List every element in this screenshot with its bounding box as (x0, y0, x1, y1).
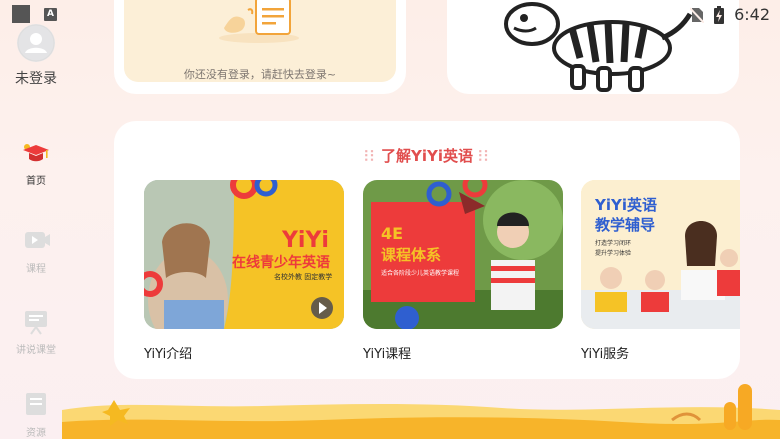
sidebar: 未登录 首页 课程 讲说课堂 资源 (0, 0, 72, 439)
presentation-icon (25, 311, 47, 335)
no-sim-icon (690, 6, 705, 23)
sidebar-item-label: 讲说课堂 (16, 345, 56, 356)
document-icon (26, 393, 46, 415)
status-bar: A 6:42 (0, 0, 780, 30)
tile-label-service[interactable]: YiYi服务 (581, 343, 629, 362)
tile-label-course[interactable]: YiYi课程 (363, 343, 411, 362)
banner-tag: 名校外教 固定教学 (274, 273, 333, 281)
sidebar-item-label: 资源 (26, 428, 46, 439)
course-tile[interactable]: 4E 课程体系 适合各阶段少儿英语教学课程 (363, 180, 563, 329)
banner-title: YiYi英语 (595, 196, 658, 214)
intro-tile[interactable]: YiYi 在线青少年英语 名校外教 固定教学 (144, 180, 344, 329)
service-tile[interactable]: YiYi英语 教学辅导 打造学习闭环 提升学习体验 (581, 180, 740, 329)
sidebar-item-label: 首页 (26, 176, 46, 187)
video-icon (25, 232, 50, 248)
sidebar-item-lecture[interactable]: 讲说课堂 (0, 309, 72, 356)
sidebar-item-home[interactable]: 首页 (0, 140, 72, 187)
banner-tag: 适合各阶段少儿英语教学课程 (381, 270, 460, 277)
keyboard-a-icon: A (44, 7, 57, 21)
tile-label-intro[interactable]: YiYi介绍 (144, 343, 192, 362)
ground-decoration (62, 384, 780, 439)
graduation-cap-icon (23, 144, 49, 162)
banner-title: 4E (381, 224, 404, 243)
sidebar-item-resources[interactable]: 资源 (0, 392, 72, 439)
login-status-label[interactable]: 未登录 (0, 68, 72, 88)
banner-subtitle: 课程体系 (381, 246, 442, 264)
banner-tag-2: 提升学习体验 (595, 250, 632, 257)
banner-title: YiYi (282, 228, 329, 253)
section-title: ⫶⫶ 了解YiYi英语 ⫶⫶ (364, 147, 490, 165)
sidebar-item-label: 课程 (26, 264, 46, 275)
notification-icon (12, 5, 30, 23)
battery-charging-icon (714, 5, 725, 24)
banner-subtitle: 在线青少年英语 (232, 255, 330, 271)
about-section-card: ⫶⫶ 了解YiYi英语 ⫶⫶ YiYi 在线青少年英语 名校外教 固定教学 Yi… (114, 121, 740, 379)
sidebar-item-course[interactable]: 课程 (0, 228, 72, 275)
clock: 6:42 (734, 5, 770, 24)
banner-subtitle: 教学辅导 (595, 216, 656, 234)
login-hint-text: 你还没有登录，请赶快去登录~ (183, 68, 337, 81)
banner-tag: 打造学习闭环 (595, 240, 632, 247)
